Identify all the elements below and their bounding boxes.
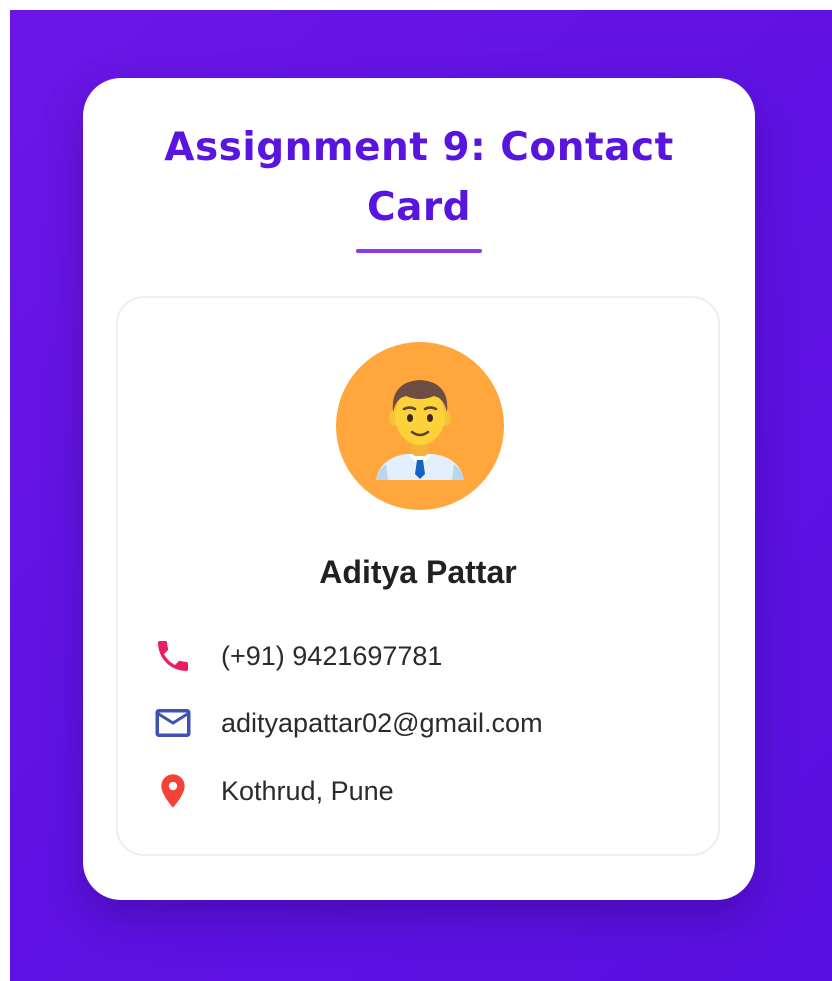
- mail-icon: [151, 701, 195, 745]
- contact-row-phone: (+91) 9421697781: [151, 634, 442, 678]
- contact-card: Aditya Pattar (+91) 9421697781 adityapat…: [116, 296, 720, 856]
- contact-row-location: Kothrud, Pune: [151, 769, 394, 813]
- title-underline: [356, 249, 482, 253]
- location-text: Kothrud, Pune: [221, 776, 394, 806]
- man-office-worker-icon: [376, 380, 464, 480]
- contact-card-container: Assignment 9: Contact Card Aditya Pattar…: [83, 78, 755, 900]
- phone-number[interactable]: (+91) 9421697781: [221, 639, 442, 673]
- phone-icon: [151, 634, 195, 678]
- location-pin-icon: [151, 769, 195, 813]
- avatar: [336, 342, 504, 510]
- email-address[interactable]: adityapattar02@gmail.com: [221, 706, 543, 740]
- page-title: Assignment 9: Contact Card: [164, 125, 674, 230]
- contact-name: Aditya Pattar: [319, 554, 517, 590]
- page-background: Assignment 9: Contact Card Aditya Pattar…: [10, 10, 832, 981]
- contact-row-email: adityapattar02@gmail.com: [151, 701, 543, 745]
